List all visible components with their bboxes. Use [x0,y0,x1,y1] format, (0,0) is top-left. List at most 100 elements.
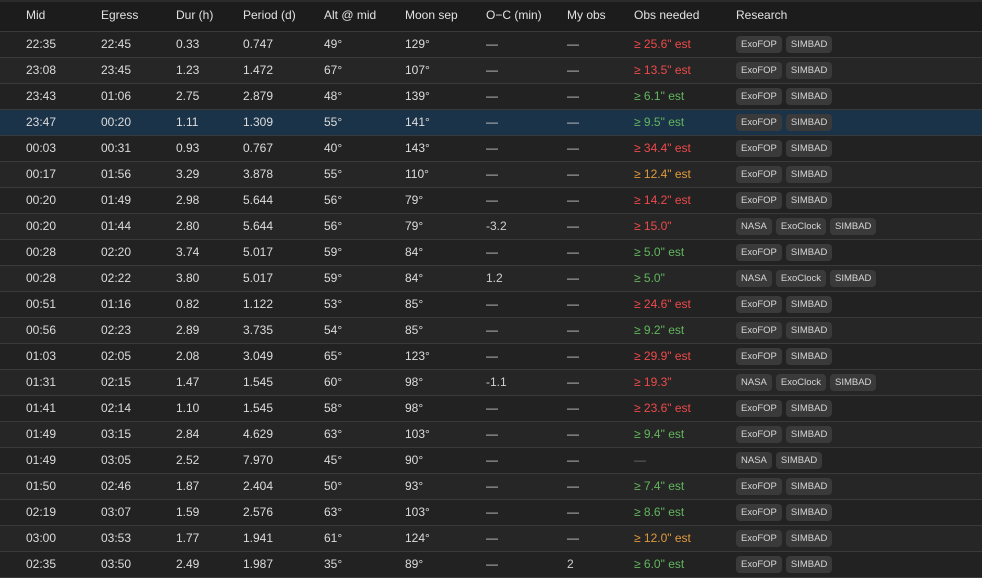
research-link-simbad-button[interactable]: SIMBAD [785,165,833,183]
table-row[interactable]: 00:17 01:56 3.29 3.878 55° 110° — — ≥ 12.4" est E… [0,161,982,187]
research-link-exofop-button[interactable]: ExoFOP [736,113,782,131]
research-link-simbad-button[interactable]: SIMBAD [785,477,833,495]
research-link-exofop-button[interactable]: ExoFOP [736,399,782,417]
cell-duration: 2.75 [176,89,200,103]
research-link-exofop-button[interactable]: ExoFOP [736,503,782,521]
cell-o-minus-c: — [486,505,498,519]
header-moon-sep[interactable]: Moon sep [405,0,486,32]
research-link-simbad-button[interactable]: SIMBAD [785,191,833,209]
research-link-nasa-button[interactable]: NASA [736,269,772,287]
research-link-exofop-button[interactable]: ExoFOP [736,555,782,573]
header-alt-at-mid[interactable]: Alt @ mid [324,0,405,32]
table-row[interactable]: 02:19 03:07 1.59 2.576 63° 103° — — ≥ 8.6" est Ex… [0,499,982,525]
table-row[interactable]: 01:49 03:15 2.84 4.629 63° 103° — — ≥ 9.4" est Ex… [0,421,982,447]
cell-research: ExoFOP SIMBAD [736,525,982,551]
table-row[interactable]: 00:28 02:20 3.74 5.017 59° 84° — — ≥ 5.0" est Exo… [0,239,982,265]
research-link-simbad-button[interactable]: SIMBAD [785,399,833,417]
table-row[interactable]: 23:08 23:45 1.23 1.472 67° 107° — — ≥ 13.5" est E… [0,57,982,83]
header-duration[interactable]: Dur (h) [176,0,243,32]
research-link-simbad-button[interactable]: SIMBAD [785,295,833,313]
table-row[interactable]: 00:51 01:16 0.82 1.122 53° 85° — — ≥ 24.6" est Ex… [0,291,982,317]
cell-my-obs: — [567,167,579,181]
research-link-simbad-button[interactable]: SIMBAD [785,321,833,339]
research-link-exofop-button[interactable]: ExoFOP [736,35,782,53]
research-link-exofop-button[interactable]: ExoFOP [736,61,782,79]
header-obs-needed[interactable]: Obs needed [634,0,736,32]
cell-duration: 2.49 [176,557,200,571]
research-link-exofop-button[interactable]: ExoFOP [736,165,782,183]
research-link-exoclock-button[interactable]: ExoClock [775,217,826,235]
research-link-simbad-button[interactable]: SIMBAD [830,217,877,235]
table-row[interactable]: 01:49 03:05 2.52 7.970 45° 90° — — — NASA SIMBAD [0,447,982,473]
research-link-simbad-button[interactable]: SIMBAD [785,503,833,521]
header-egress[interactable]: Egress [101,0,176,32]
cell-obs-needed: ≥ 12.4" est [634,161,736,187]
cell-egress: 01:56 [101,167,132,181]
research-link-nasa-button[interactable]: NASA [736,373,772,391]
cell-period: 5.017 [243,271,274,285]
table-row[interactable]: 00:20 01:44 2.80 5.644 56° 79° -3.2 — ≥ 15.0" NAS… [0,213,982,239]
cell-moon-sep: 110° [405,167,429,181]
cell-my-obs: — [567,479,579,493]
cell-my-obs: — [567,271,579,285]
research-link-simbad-button[interactable]: SIMBAD [785,61,833,79]
header-research[interactable]: Research [736,0,982,32]
research-link-exofop-button[interactable]: ExoFOP [736,529,782,547]
research-link-simbad-button[interactable]: SIMBAD [785,243,833,261]
cell-mid: 00:51 [26,297,57,311]
table-row[interactable]: 00:56 02:23 2.89 3.735 54° 85° — — ≥ 9.2" est Exo… [0,317,982,343]
research-link-exofop-button[interactable]: ExoFOP [736,321,782,339]
table-row[interactable]: 03:00 03:53 1.77 1.941 61° 124° — — ≥ 12.0" est E… [0,525,982,551]
research-link-simbad-button[interactable]: SIMBAD [785,35,833,53]
table-row[interactable]: 01:50 02:46 1.87 2.404 50° 93° — — ≥ 7.4" est Exo… [0,473,982,499]
research-link-simbad-button[interactable]: SIMBAD [785,425,833,443]
header-my-obs[interactable]: My obs [567,0,634,32]
research-link-simbad-button[interactable]: SIMBAD [830,373,877,391]
table-row[interactable]: 00:28 02:22 3.80 5.017 59° 84° 1.2 — ≥ 5.0" NASA E… [0,265,982,291]
cell-my-obs: — [567,453,579,467]
header-period[interactable]: Period (d) [243,0,324,32]
research-link-exoclock-button[interactable]: ExoClock [775,269,826,287]
cell-egress: 02:20 [101,245,132,259]
research-link-exofop-button[interactable]: ExoFOP [736,191,782,209]
research-link-simbad-button[interactable]: SIMBAD [785,87,833,105]
research-link-simbad-button[interactable]: SIMBAD [785,113,833,131]
header-mid[interactable]: Mid [0,0,101,32]
table-row[interactable]: 01:41 02:14 1.10 1.545 58° 98° — — ≥ 23.6" est Ex… [0,395,982,421]
table-row[interactable]: 01:03 02:05 2.08 3.049 65° 123° — — ≥ 29.9" est E… [0,343,982,369]
table-row[interactable]: 00:03 00:31 0.93 0.767 40° 143° — — ≥ 34.4" est E… [0,135,982,161]
cell-mid: 01:03 [26,349,57,363]
cell-period: 5.644 [243,219,274,233]
research-link-exofop-button[interactable]: ExoFOP [736,425,782,443]
research-link-exofop-button[interactable]: ExoFOP [736,87,782,105]
cell-moon-sep: 85° [405,323,424,337]
table-row[interactable]: 00:20 01:49 2.98 5.644 56° 79° — — ≥ 14.2" est Ex… [0,187,982,213]
research-link-exofop-button[interactable]: ExoFOP [736,243,782,261]
table-row[interactable]: 23:43 01:06 2.75 2.879 48° 139° — — ≥ 6.1" est Ex… [0,83,982,109]
table-row[interactable]: 02:35 03:50 2.49 1.987 35° 89° — 2 ≥ 6.0" est Exo… [0,551,982,577]
cell-duration: 2.80 [176,219,200,233]
table-row[interactable]: 01:31 02:15 1.47 1.545 60° 98° -1.1 — ≥ 19.3" NAS… [0,369,982,395]
research-link-simbad-button[interactable]: SIMBAD [785,139,833,157]
cell-moon-sep: 84° [405,245,424,259]
research-link-exofop-button[interactable]: ExoFOP [736,139,782,157]
research-link-simbad-button[interactable]: SIMBAD [775,451,823,469]
research-link-nasa-button[interactable]: NASA [736,451,772,469]
obs-needed-value: ≥ 29.9" est [634,349,691,363]
cell-moon-sep: 143° [405,141,430,155]
research-link-exoclock-button[interactable]: ExoClock [775,373,826,391]
research-link-simbad-button[interactable]: SIMBAD [785,555,833,573]
cell-duration: 0.82 [176,297,200,311]
research-link-simbad-button[interactable]: SIMBAD [785,347,833,365]
research-link-nasa-button[interactable]: NASA [736,217,772,235]
cell-alt: 60° [324,375,343,389]
table-row[interactable]: 22:35 22:45 0.33 0.747 49° 129° — — ≥ 25.6" est E… [0,31,982,57]
research-link-simbad-button[interactable]: SIMBAD [785,529,833,547]
research-link-exofop-button[interactable]: ExoFOP [736,477,782,495]
table-row[interactable]: 23:47 00:20 1.11 1.309 55° 141° — — ≥ 9.5" est Ex… [0,109,982,135]
research-link-exofop-button[interactable]: ExoFOP [736,347,782,365]
research-link-simbad-button[interactable]: SIMBAD [830,269,877,287]
header-o-minus-c[interactable]: O−C (min) [486,0,567,32]
obs-needed-value: ≥ 23.6" est [634,401,691,415]
research-link-exofop-button[interactable]: ExoFOP [736,295,782,313]
